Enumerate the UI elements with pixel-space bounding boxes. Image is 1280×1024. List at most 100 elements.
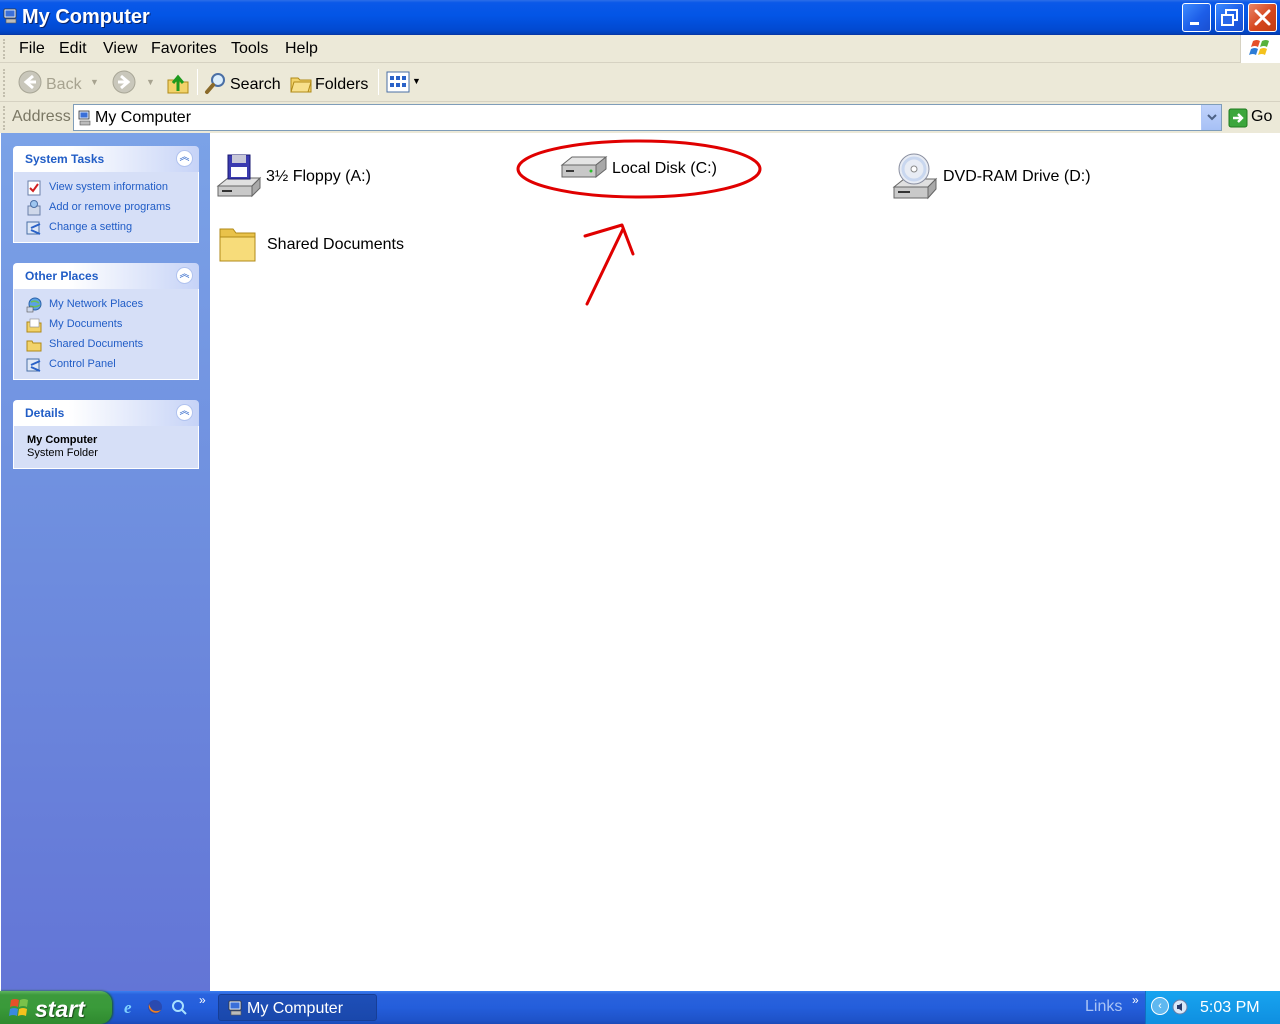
item-label: Shared Documents [267, 236, 404, 253]
taskbar-window-my-computer[interactable]: My Computer [218, 994, 377, 1021]
restore-icon [1221, 9, 1238, 26]
views-icon [386, 71, 410, 93]
system-info-icon [27, 180, 41, 196]
windows-flag-icon [1249, 40, 1269, 55]
my-computer-icon [3, 8, 17, 24]
other-places-header[interactable]: Other Places ︽ [13, 263, 199, 289]
network-icon [26, 297, 42, 313]
quick-launch-expand-icon[interactable]: » [199, 993, 206, 1007]
details-type: System Folder [27, 447, 98, 459]
links-expand-icon[interactable]: » [1132, 993, 1139, 1007]
item-label: DVD-RAM Drive (D:) [943, 168, 1091, 185]
task-label: Change a setting [49, 221, 133, 233]
search-label: Search [230, 76, 281, 93]
system-tasks-title: System Tasks [25, 152, 105, 166]
system-tasks-header[interactable]: System Tasks ︽ [13, 146, 199, 172]
my-computer-icon [78, 110, 91, 126]
firefox-icon[interactable] [146, 998, 164, 1016]
close-button[interactable] [1248, 3, 1277, 32]
task-label: Shared Documents [49, 338, 144, 350]
details-name: My Computer [27, 434, 98, 446]
task-label: View system information [49, 181, 169, 193]
other-places-panel: Other Places ︽ My Network Places My Docu… [13, 263, 199, 380]
dvd-drive-item[interactable]: DVD-RAM Drive (D:) [890, 151, 1130, 203]
task-view-system-info[interactable]: View system information [14, 178, 198, 198]
my-computer-icon [228, 1000, 242, 1016]
place-my-documents[interactable]: My Documents [14, 315, 198, 335]
floppy-drive-item[interactable]: 3½ Floppy (A:) [214, 152, 394, 202]
close-icon [1254, 9, 1271, 26]
task-pane: System Tasks ︽ View system information A… [1, 133, 210, 991]
task-change-setting[interactable]: Change a setting [14, 218, 198, 238]
file-view: 3½ Floppy (A:) Local Disk (C:) DVD-RAM D… [210, 133, 1280, 991]
back-arrow-icon [18, 70, 42, 94]
start-label: start [35, 996, 85, 1022]
folder-icon [219, 228, 256, 262]
menu-favorites[interactable]: Favorites [151, 40, 217, 58]
shared-documents-item[interactable]: Shared Documents [218, 223, 418, 265]
details-header[interactable]: Details ︽ [13, 400, 199, 426]
other-places-title: Other Places [25, 269, 99, 283]
task-label: My Documents [49, 318, 123, 330]
dvd-drive-icon [892, 153, 938, 200]
restore-button[interactable] [1215, 3, 1244, 32]
item-label: 3½ Floppy (A:) [266, 168, 371, 185]
folders-icon [290, 77, 312, 93]
annotation-overlay [516, 139, 762, 306]
windows-logo [1240, 35, 1280, 63]
chevron-down-icon [1207, 114, 1217, 121]
title-bar[interactable]: My Computer [0, 0, 1280, 35]
views-dropdown-icon: ▼ [412, 76, 421, 86]
search-button[interactable]: Search [202, 67, 282, 98]
taskbar: start e » My Computer Links » ‹ 5:03 PM [0, 991, 1280, 1024]
links-toolbar-label[interactable]: Links [1085, 998, 1122, 1016]
views-button[interactable]: ▼ [384, 68, 424, 97]
volume-icon[interactable] [1171, 998, 1189, 1016]
back-label: Back [46, 76, 82, 93]
address-label: Address [12, 108, 71, 125]
details-title: Details [25, 406, 65, 420]
minimize-icon [1190, 22, 1199, 25]
forward-button[interactable]: ▼ [110, 67, 158, 98]
menu-grip[interactable] [3, 39, 5, 59]
system-tasks-panel: System Tasks ︽ View system information A… [13, 146, 199, 243]
task-add-remove-programs[interactable]: Add or remove programs [14, 198, 198, 218]
collapse-icon[interactable]: ︽ [176, 150, 193, 167]
taskbar-window-label: My Computer [247, 1000, 344, 1017]
address-value: My Computer [95, 109, 192, 126]
add-remove-icon [27, 200, 41, 216]
folders-button[interactable]: Folders [287, 67, 373, 98]
menu-tools[interactable]: Tools [231, 40, 268, 58]
address-grip[interactable] [3, 106, 5, 130]
clock: 5:03 PM [1200, 999, 1260, 1016]
documents-icon [26, 318, 42, 333]
internet-explorer-icon[interactable]: e [122, 998, 140, 1016]
menu-file[interactable]: File [19, 40, 45, 58]
address-dropdown-button[interactable] [1201, 105, 1221, 130]
start-button[interactable]: start [0, 991, 112, 1024]
collapse-icon[interactable]: ︽ [176, 267, 193, 284]
folder-icon [26, 340, 42, 352]
menu-view[interactable]: View [103, 40, 137, 58]
collapse-icon[interactable]: ︽ [176, 404, 193, 421]
menu-help[interactable]: Help [285, 40, 318, 58]
toolbar-grip[interactable] [3, 69, 5, 97]
svg-text:e: e [124, 998, 132, 1016]
up-folder-icon[interactable] [166, 71, 190, 95]
place-my-network-places[interactable]: My Network Places [14, 295, 198, 315]
menu-edit[interactable]: Edit [59, 40, 87, 58]
standard-toolbar: Back ▼ ▼ Search Folders ▼ [0, 63, 1280, 102]
address-input[interactable]: My Computer [73, 104, 1222, 131]
floppy-drive-icon [216, 154, 262, 198]
forward-arrow-icon [112, 70, 136, 94]
back-button[interactable]: Back ▼ [16, 67, 102, 98]
search-icon [205, 73, 225, 94]
tray-collapse-icon[interactable]: ‹ [1151, 997, 1169, 1015]
place-shared-documents[interactable]: Shared Documents [14, 335, 198, 355]
go-button[interactable]: Go [1228, 107, 1278, 129]
place-control-panel[interactable]: Control Panel [14, 355, 198, 375]
toolbar-separator [197, 69, 198, 95]
go-label: Go [1251, 108, 1273, 125]
search-icon[interactable] [170, 998, 188, 1016]
minimize-button[interactable] [1182, 3, 1211, 32]
